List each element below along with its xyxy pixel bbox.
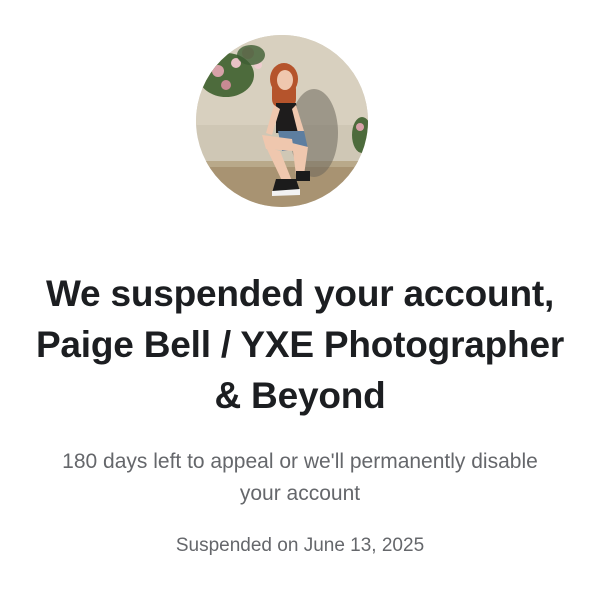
suspension-title: We suspended your account, Paige Bell / …	[35, 273, 565, 416]
suspended-date: Suspended on June 13, 2025	[175, 535, 425, 556]
profile-avatar	[196, 35, 368, 207]
suspension-screen: We suspended your account, Paige Bell / …	[0, 0, 600, 600]
profile-photo-icon	[196, 35, 368, 207]
appeal-deadline-text: 180 days left to appeal or we'll permane…	[62, 450, 538, 505]
